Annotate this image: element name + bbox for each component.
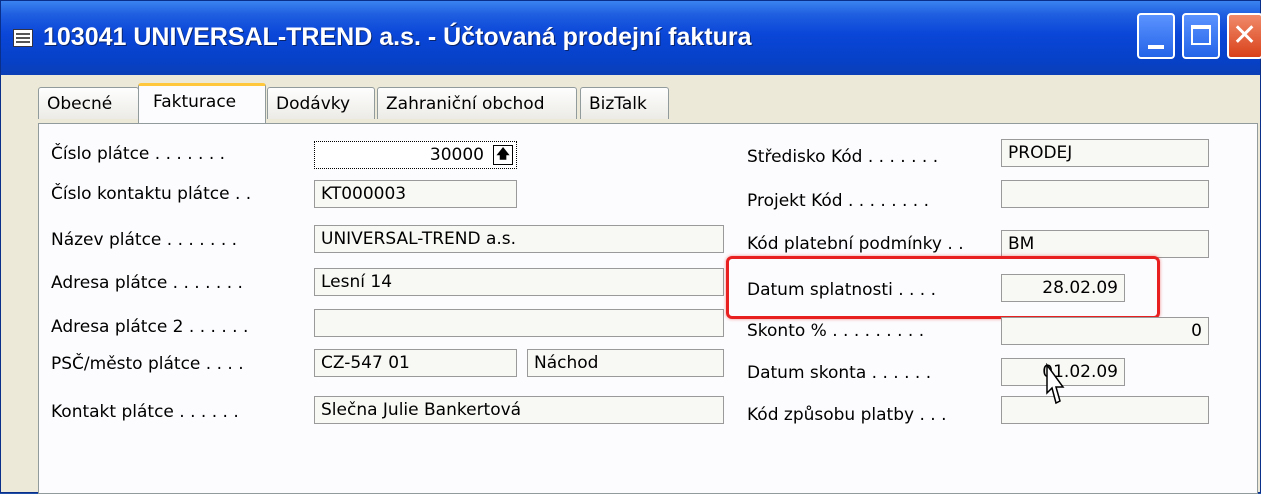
kontakt-platce-field[interactable]: Slečna Julie Bankertová	[314, 396, 724, 424]
title-bar[interactable]: 103041 UNIVERSAL-TREND a.s. - Účtovaná p…	[1, 1, 1261, 75]
mouse-cursor-icon	[1046, 363, 1065, 405]
close-button[interactable]: ✕	[1227, 13, 1261, 59]
adresa-platce-field[interactable]: Lesní 14	[314, 268, 724, 296]
datum-skonta-label: Datum skonta . . . . . .	[747, 363, 932, 383]
highlight-frame	[726, 256, 1160, 319]
minimize-icon	[1148, 45, 1164, 49]
tab-zahranicni-obchod[interactable]: Zahraniční obchod	[377, 87, 577, 119]
nazev-platce-label: Název plátce . . . . . . .	[51, 230, 238, 250]
window-title: 103041 UNIVERSAL-TREND a.s. - Účtovaná p…	[43, 23, 752, 51]
tab-obecne[interactable]: Obecné	[38, 87, 139, 119]
zpusob-platby-field[interactable]	[1001, 396, 1209, 424]
adresa-platce-label: Adresa plátce . . . . . . .	[51, 273, 243, 293]
cislo-kontaktu-label: Číslo kontaktu plátce . .	[51, 184, 252, 204]
mesto-field[interactable]: Náchod	[527, 349, 724, 377]
stredisko-field[interactable]: PRODEJ	[1001, 139, 1209, 167]
psc-field[interactable]: CZ-547 01	[314, 349, 517, 377]
minimize-button[interactable]	[1137, 13, 1175, 59]
maximize-button[interactable]	[1182, 13, 1220, 59]
form-icon	[13, 29, 33, 47]
kontakt-platce-label: Kontakt plátce . . . . . .	[51, 402, 239, 422]
arrow-up-icon[interactable]: 🡅	[493, 145, 513, 165]
cislo-platce-value: 30000	[429, 145, 484, 165]
close-icon: ✕	[1232, 18, 1258, 53]
psc-mesto-label: PSČ/město plátce . . . .	[51, 354, 244, 374]
skonto-field[interactable]: 0	[1001, 317, 1209, 345]
adresa-platce-2-field[interactable]	[314, 309, 724, 337]
tab-fakturace[interactable]: Fakturace	[138, 83, 266, 123]
cislo-platce-label: Číslo plátce . . . . . . .	[51, 144, 226, 164]
projekt-field[interactable]	[1001, 180, 1209, 208]
projekt-label: Projekt Kód . . . . . . . .	[747, 191, 930, 211]
cislo-kontaktu-field[interactable]: KT000003	[314, 180, 517, 208]
tab-dodavky[interactable]: Dodávky	[267, 87, 375, 119]
invoice-window: 103041 UNIVERSAL-TREND a.s. - Účtovaná p…	[0, 0, 1261, 494]
stredisko-label: Středisko Kód . . . . . . .	[747, 147, 939, 167]
adresa-platce-2-label: Adresa plátce 2 . . . . . .	[51, 317, 249, 337]
skonto-label: Skonto % . . . . . . . . .	[747, 321, 925, 341]
maximize-icon	[1191, 25, 1211, 45]
zpusob-platby-label: Kód způsobu platby . . .	[747, 405, 947, 425]
nazev-platce-field[interactable]: UNIVERSAL-TREND a.s.	[314, 225, 724, 253]
platebni-podminky-field[interactable]: BM	[1001, 230, 1209, 258]
tab-biztalk[interactable]: BizTalk	[580, 87, 669, 119]
cislo-platce-field[interactable]: 30000 🡅	[314, 141, 517, 169]
platebni-podminky-label: Kód platební podmínky . .	[747, 234, 964, 254]
